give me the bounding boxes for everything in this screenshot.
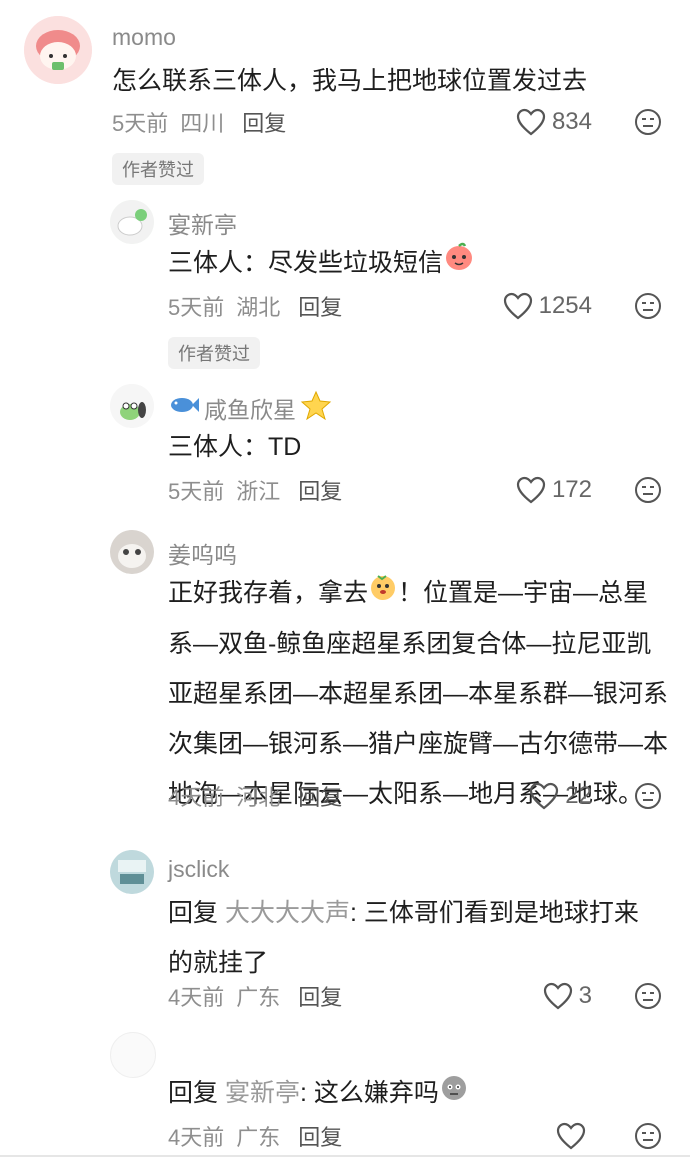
unhappy-face-icon[interactable] bbox=[634, 476, 662, 504]
like-button[interactable]: 3 bbox=[543, 982, 592, 1010]
comment-meta: 4天前 广东 回复 bbox=[168, 1120, 342, 1152]
heart-outline-icon bbox=[516, 476, 546, 504]
reply-button[interactable]: 回复 bbox=[298, 474, 342, 506]
fish-emoji-icon bbox=[168, 394, 200, 422]
comment-momo: momo 怎么联系三体人，我马上把地球位置发过去 5天前 四川 回复 834 作… bbox=[0, 0, 690, 200]
like-count: 3 bbox=[578, 982, 592, 1009]
username[interactable]: 宴新亭 bbox=[168, 206, 237, 240]
heart-outline-icon bbox=[556, 1122, 586, 1150]
reply-button[interactable]: 回复 bbox=[298, 980, 342, 1012]
username-text: 咸鱼欣星 bbox=[204, 397, 296, 423]
like-button[interactable]: 1254 bbox=[503, 292, 592, 320]
username[interactable]: 咸鱼欣星 bbox=[168, 390, 332, 426]
like-button[interactable]: 834 bbox=[516, 108, 592, 136]
like-count: 172 bbox=[551, 476, 592, 503]
comment-text[interactable]: 怎么联系三体人，我马上把地球位置发过去 bbox=[112, 56, 587, 106]
reply-prefix: 回复 bbox=[168, 899, 219, 927]
dog-emoji-icon bbox=[368, 569, 398, 619]
reply-button[interactable]: 回复 bbox=[242, 106, 286, 138]
username[interactable]: momo bbox=[112, 24, 176, 51]
comment-reply: 回复 宴新亭: 这么嫌弃吗 4天前 广东 回复 bbox=[0, 1028, 690, 1158]
reply-button[interactable]: 回复 bbox=[298, 780, 342, 812]
comment-reply: 姜呜呜 正好我存着，拿去 ！位置是—宇宙—总星系—双鱼-鲸鱼座超星系团复合体—拉尼… bbox=[0, 526, 690, 826]
timestamp: 4天前 bbox=[168, 785, 225, 810]
comment-meta: 5天前 浙江 回复 bbox=[168, 474, 342, 506]
bottom-divider bbox=[0, 1155, 690, 1157]
like-count: 1254 bbox=[538, 292, 592, 319]
sweat-face-emoji-icon bbox=[439, 1069, 469, 1119]
comment-reply: 宴新亭 三体人：尽发些垃圾短信 5天前 湖北 回复 1254 作者赞过 bbox=[0, 196, 690, 386]
comment-meta: 4天前 广东 回复 bbox=[168, 980, 342, 1012]
location: 湖北 bbox=[236, 295, 281, 320]
reply-button[interactable]: 回复 bbox=[298, 290, 342, 322]
timestamp: 5天前 bbox=[112, 111, 169, 136]
comment-meta: 5天前 四川 回复 bbox=[112, 106, 286, 138]
timestamp: 4天前 bbox=[168, 985, 225, 1010]
comment-text[interactable]: 三体人：TD bbox=[168, 422, 301, 472]
avatar[interactable] bbox=[24, 16, 92, 84]
comment-text-content: : 这么嫌弃吗 bbox=[299, 1079, 439, 1107]
avatar[interactable] bbox=[110, 850, 154, 894]
comment-reply: jsclick 回复 大大大大声: 三体哥们看到是地球打来的就挂了 4天前 广东… bbox=[0, 846, 690, 1026]
reply-target-username[interactable]: 宴新亭 bbox=[225, 1079, 300, 1107]
username[interactable]: jsclick bbox=[168, 856, 229, 883]
author-liked-badge: 作者赞过 bbox=[112, 153, 204, 185]
username[interactable]: 姜呜呜 bbox=[168, 536, 237, 570]
timestamp: 5天前 bbox=[168, 295, 225, 320]
like-count: 22 bbox=[565, 782, 592, 809]
comment-meta: 5天前 湖北 回复 bbox=[168, 290, 342, 322]
heart-outline-icon bbox=[516, 108, 546, 136]
location: 浙江 bbox=[236, 479, 281, 504]
like-button[interactable]: 172 bbox=[516, 476, 592, 504]
peach-emoji-icon bbox=[443, 239, 475, 289]
unhappy-face-icon[interactable] bbox=[634, 292, 662, 320]
reply-prefix: 回复 bbox=[168, 1079, 219, 1107]
avatar[interactable] bbox=[110, 1032, 156, 1078]
comment-text-part: ！位置是—宇宙—总星系—双鱼-鲸鱼座超星系团复合体—拉尼亚凯亚超星系团—本超星系… bbox=[168, 579, 669, 809]
comment-text[interactable]: 三体人：尽发些垃圾短信 bbox=[168, 238, 475, 289]
heart-outline-icon bbox=[530, 782, 559, 810]
location: 河北 bbox=[236, 785, 281, 810]
star-emoji-icon bbox=[300, 390, 332, 426]
location: 四川 bbox=[180, 111, 225, 136]
unhappy-face-icon[interactable] bbox=[634, 108, 662, 136]
comment-text[interactable]: 回复 宴新亭: 这么嫌弃吗 bbox=[168, 1068, 469, 1119]
comment-reply: 咸鱼欣星 三体人：TD 5天前 浙江 回复 172 bbox=[0, 380, 690, 520]
avatar[interactable] bbox=[110, 530, 154, 574]
unhappy-face-icon[interactable] bbox=[634, 982, 662, 1010]
like-count: 834 bbox=[551, 108, 592, 135]
heart-outline-icon bbox=[543, 982, 572, 1010]
heart-outline-icon bbox=[503, 292, 532, 320]
timestamp: 4天前 bbox=[168, 1125, 225, 1150]
comment-text-part: 正好我存着，拿去 bbox=[168, 579, 369, 607]
like-button[interactable] bbox=[556, 1122, 592, 1150]
reply-button[interactable]: 回复 bbox=[298, 1120, 342, 1152]
unhappy-face-icon[interactable] bbox=[634, 782, 662, 810]
timestamp: 5天前 bbox=[168, 479, 225, 504]
avatar[interactable] bbox=[110, 384, 154, 428]
comment-meta: 4天前 河北 回复 bbox=[168, 780, 342, 812]
comment-text-content: 三体人：尽发些垃圾短信 bbox=[168, 249, 444, 277]
location: 广东 bbox=[236, 1125, 281, 1150]
like-button[interactable]: 22 bbox=[529, 782, 592, 810]
location: 广东 bbox=[236, 985, 281, 1010]
avatar[interactable] bbox=[110, 200, 154, 244]
reply-target-username[interactable]: 大大大大声 bbox=[225, 899, 350, 927]
comment-text[interactable]: 回复 大大大大声: 三体哥们看到是地球打来的就挂了 bbox=[168, 888, 658, 988]
unhappy-face-icon[interactable] bbox=[634, 1122, 662, 1150]
author-liked-badge: 作者赞过 bbox=[168, 337, 260, 369]
